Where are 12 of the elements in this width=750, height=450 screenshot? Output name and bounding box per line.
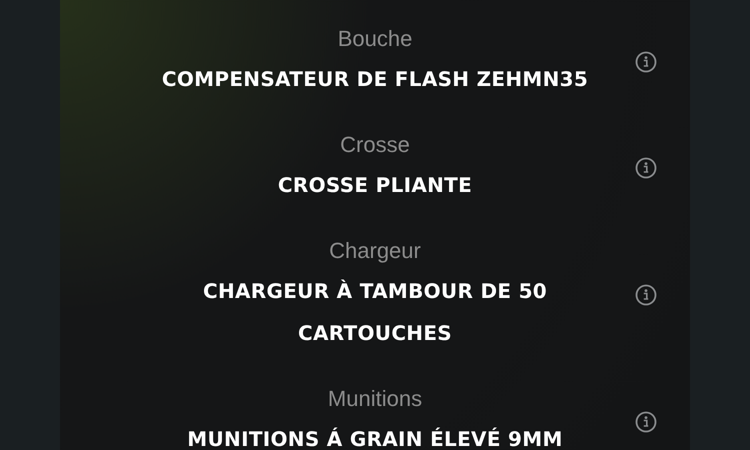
info-icon[interactable] (635, 157, 657, 179)
attachment-value: CROSSE PLIANTE (278, 172, 472, 199)
attachment-label: Munitions (328, 385, 422, 413)
attachment-label: Bouche (338, 25, 412, 53)
attachment-label: Chargeur (329, 237, 421, 265)
attachment-value: CHARGEUR À TAMBOUR DE 50 CARTOUCHES (202, 278, 548, 347)
info-icon[interactable] (635, 284, 657, 306)
info-icon[interactable] (635, 51, 657, 73)
attachment-label: Crosse (340, 131, 410, 159)
info-icon[interactable] (635, 411, 657, 433)
attachment-value: MUNITIONS Á GRAIN ÉLEVÉ 9MM (187, 426, 563, 450)
attachment-value: COMPENSATEUR DE FLASH ZEHMN35 (162, 66, 588, 93)
